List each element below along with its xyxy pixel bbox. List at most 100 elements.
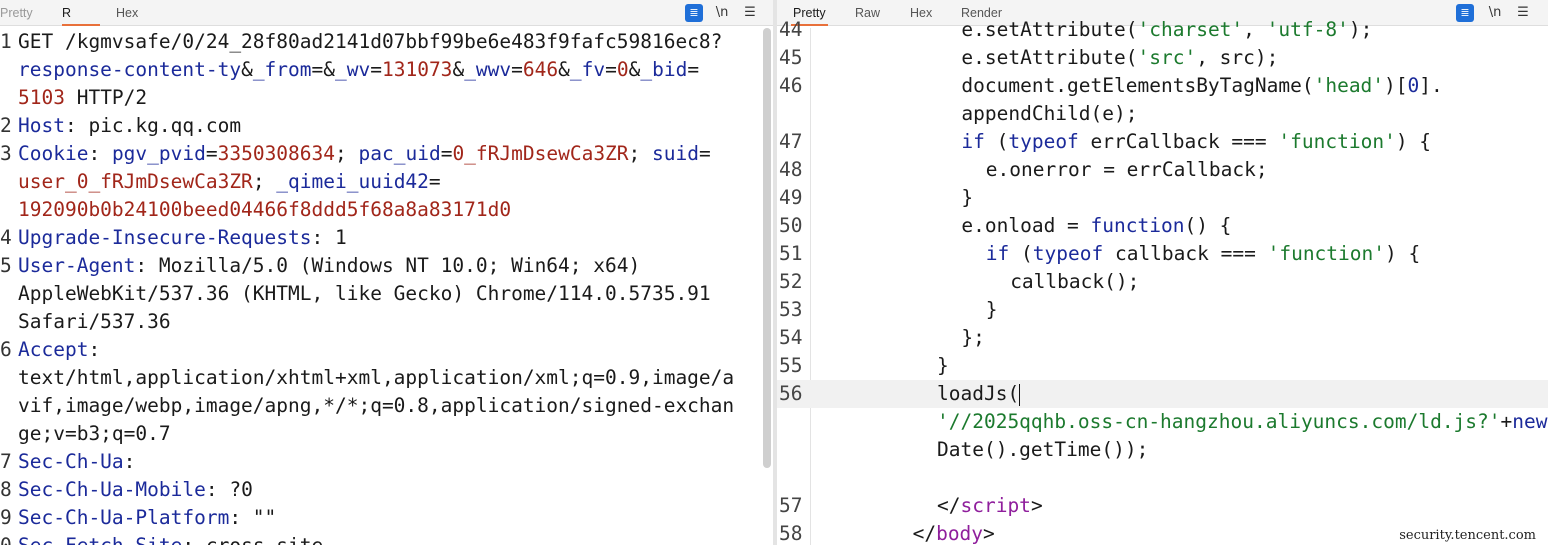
line-code: Cookie: pgv_pvid=3350308634; pac_uid=0_f… xyxy=(18,140,711,168)
line-code: document.getElementsByTagName('head')[0]… xyxy=(961,72,1442,100)
code-token: 131073 xyxy=(381,58,453,81)
line-number: 45 xyxy=(779,46,803,69)
code-token: ) { xyxy=(1395,130,1432,153)
response-line: 56 loadJs( xyxy=(777,380,1548,408)
response-pane: Pretty Raw Hex Render ≣ \n ☰ 44 e.setAttr… xyxy=(777,0,1548,545)
code-token: GET /kgmvsafe/0/24_28f80ad2141d07bbf99be… xyxy=(18,30,723,53)
line-number: 7 xyxy=(0,450,12,473)
code-token: typeof xyxy=(1032,242,1104,265)
code-token: if xyxy=(985,242,1010,265)
code-token: & xyxy=(241,58,253,81)
code-token: , src); xyxy=(1196,46,1279,69)
code-token: script xyxy=(960,494,1031,517)
line-code: user_0_fRJmDsewCa3ZR; _qimei_uuid42= xyxy=(18,168,441,196)
code-token: 'function' xyxy=(1267,242,1385,265)
text-caret xyxy=(1019,383,1021,406)
line-code: 5103 HTTP/2 xyxy=(18,84,147,112)
response-line: 45 e.setAttribute('src', src); xyxy=(777,44,1548,72)
line-number: 56 xyxy=(779,382,803,405)
line-code: Date().getTime()); xyxy=(937,436,1148,464)
code-token: User-Agent xyxy=(18,254,136,277)
code-token: text/html,application/xhtml+xml,applicat… xyxy=(18,366,735,389)
code-token: ); xyxy=(1348,18,1373,41)
code-token: } xyxy=(985,298,998,321)
code-token: Safari/537.36 xyxy=(18,310,171,333)
line-code: loadJs( xyxy=(937,380,1021,408)
code-token: 0_fRJmDsewCa3ZR xyxy=(452,142,629,165)
code-token: errCallback === xyxy=(1078,130,1279,153)
code-token: () { xyxy=(1184,214,1232,237)
code-token: loadJs( xyxy=(937,382,1020,405)
code-token: if xyxy=(961,130,985,153)
line-number: 6 xyxy=(0,338,12,361)
code-token: }; xyxy=(961,326,985,349)
code-token: 646 xyxy=(522,58,559,81)
code-token: response-content-ty xyxy=(18,58,242,81)
line-number: 3 xyxy=(0,142,12,165)
code-token: : 1 xyxy=(311,226,347,249)
tab-raw[interactable]: R xyxy=(62,0,100,26)
line-number: 54 xyxy=(779,326,803,349)
line-code: GET /kgmvsafe/0/24_28f80ad2141d07bbf99be… xyxy=(18,28,722,56)
code-token: ) { xyxy=(1385,242,1421,265)
menu-icon[interactable]: ☰ xyxy=(741,4,759,22)
code-token: 'function' xyxy=(1278,130,1396,153)
line-number: 5 xyxy=(0,254,12,277)
code-token: = xyxy=(699,142,711,165)
response-line: 54}; xyxy=(777,324,1548,352)
code-token: 5103 xyxy=(18,86,65,109)
code-token: HTTP/2 xyxy=(64,86,148,109)
word-wrap-icon[interactable]: ≣ xyxy=(685,4,703,22)
code-token: 3350308634 xyxy=(217,142,336,165)
response-line: 57 </script> xyxy=(777,492,1548,520)
response-line: Date().getTime()); xyxy=(777,436,1548,464)
tab-hex[interactable]: Hex xyxy=(116,0,138,26)
code-token: typeof xyxy=(1008,130,1079,153)
code-token: AppleWebKit/537.36 (KHTML, like Gecko) C… xyxy=(18,282,711,305)
line-code: Sec-Ch-Ua: xyxy=(18,448,135,476)
code-token: 0 xyxy=(1407,74,1420,97)
line-code: e.setAttribute('src', src); xyxy=(961,44,1278,72)
code-token: '//2025qqhb.oss-cn-hangzhou.aliyuncs.com… xyxy=(937,410,1501,433)
response-line: '//2025qqhb.oss-cn-hangzhou.aliyuncs.com… xyxy=(777,408,1548,436)
line-number: 9 xyxy=(0,506,12,529)
request-scrollbar[interactable] xyxy=(763,28,771,468)
request-editor[interactable]: 1 GET /kgmvsafe/0/24_28f80ad2141d07bbf99b… xyxy=(0,28,773,545)
line-number: 48 xyxy=(779,158,803,181)
line-number: 1 xyxy=(0,30,12,53)
code-token: , xyxy=(1243,18,1267,41)
code-token: vif,image/webp,image/apng,*/*;q=0.8,appl… xyxy=(18,394,735,417)
code-token: _fv xyxy=(569,58,606,81)
code-token: pgv_pvid xyxy=(111,142,206,165)
newline-icon[interactable]: \n xyxy=(713,4,731,22)
code-token: > xyxy=(983,522,995,545)
line-code: vif,image/webp,image/apng,*/*;q=0.8,appl… xyxy=(18,392,734,420)
line-code: } xyxy=(961,184,973,212)
request-tabbar: Pretty R Hex ≣ \n ☰ xyxy=(0,0,773,26)
line-code: appendChild(e); xyxy=(961,100,1137,128)
response-editor[interactable]: 44 e.setAttribute('charset', 'utf-8'); 45 e… xyxy=(777,18,1548,545)
code-token: ; xyxy=(628,142,653,165)
code-token: : xyxy=(88,338,101,361)
code-token: & xyxy=(558,58,570,81)
line-code: Sec-Fetch-Site: cross-site xyxy=(18,532,323,545)
code-token: appendChild(e); xyxy=(961,102,1138,125)
code-token: + xyxy=(1500,410,1513,433)
code-token: _from xyxy=(252,58,312,81)
line-code: text/html,application/xhtml+xml,applicat… xyxy=(18,364,734,392)
code-token: callback === xyxy=(1103,242,1268,265)
code-token: =& xyxy=(311,58,335,81)
code-token: } xyxy=(937,354,949,377)
line-code: ge;v=b3;q=0.7 xyxy=(18,420,171,448)
tab-pretty[interactable]: Pretty xyxy=(0,0,33,26)
line-code: </body> xyxy=(913,520,995,545)
line-code: User-Agent: Mozilla/5.0 (Windows NT 10.0… xyxy=(18,252,640,280)
line-code: if (typeof callback === 'function') { xyxy=(986,240,1420,268)
code-token: : ?0 xyxy=(205,478,253,501)
code-token: : Mozilla/5.0 (Windows NT 10.0; Win64; x… xyxy=(135,254,641,277)
code-token: 'utf-8' xyxy=(1266,18,1349,41)
response-line: appendChild(e); xyxy=(777,100,1548,128)
code-token: } xyxy=(961,186,974,209)
line-number: 44 xyxy=(779,18,803,41)
response-line: 55} xyxy=(777,352,1548,380)
